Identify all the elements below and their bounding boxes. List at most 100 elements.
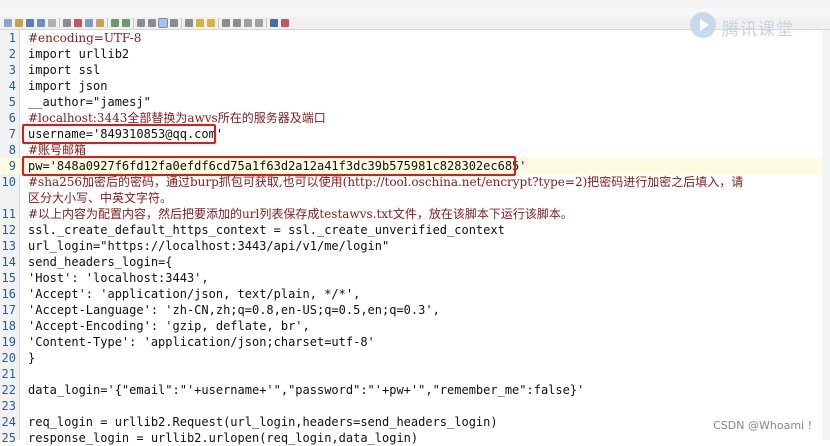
play-icon xyxy=(690,12,716,38)
code-line: 3 import ssl xyxy=(0,62,830,78)
code-text: __author="jamesj" xyxy=(28,95,151,109)
code-text: } xyxy=(28,351,36,365)
code-text: 'Accept': 'application/json, text/plain,… xyxy=(28,287,361,301)
code-text: ssl._create_default_https_context = ssl.… xyxy=(28,223,505,237)
code-line: 18 'Accept-Encoding': 'gzip, deflate, br'… xyxy=(0,318,830,334)
line-number: 1 xyxy=(8,31,16,45)
line-number: 2 xyxy=(8,47,16,61)
logo-text: 腾讯课堂 xyxy=(722,20,794,40)
line-number: 20 xyxy=(1,351,16,365)
code-text: import ssl xyxy=(28,63,101,77)
toolbar-divider xyxy=(107,18,108,28)
code-text: #sha256加密后的密码，通过burp抓包可获取,也可以使用(http://t… xyxy=(28,175,744,189)
undo-icon[interactable] xyxy=(111,19,119,27)
tencent-classroom-logo: 腾讯课堂 xyxy=(690,10,825,44)
code-text: 'Accept-Encoding': 'gzip, deflate, br', xyxy=(28,319,310,333)
wrap-icon[interactable] xyxy=(244,19,252,27)
toolbar-divider xyxy=(218,18,219,28)
line-number: 14 xyxy=(1,255,16,269)
code-line: 15 'Host': 'localhost:3443', xyxy=(0,270,830,286)
code-line: 20} xyxy=(0,350,830,366)
new-file-icon[interactable] xyxy=(4,19,12,27)
find-icon[interactable] xyxy=(137,19,145,27)
line-number: 13 xyxy=(1,239,16,253)
code-line: 17 'Accept-Language': 'zh-CN,zh;q=0.8,en-… xyxy=(0,302,830,318)
close-file-icon[interactable] xyxy=(48,19,56,27)
pin-icon[interactable] xyxy=(270,19,278,27)
code-line: 12 ssl._create_default_https_context = ss… xyxy=(0,222,830,238)
copy-icon[interactable] xyxy=(85,19,93,27)
code-text: 'Content-Type': 'application/json;charse… xyxy=(28,335,375,349)
code-text: #以上内容为配置内容，然后把要添加的url列表保存成testawvs.txt文件… xyxy=(28,207,573,221)
line-number: 15 xyxy=(1,271,16,285)
code-text: req_login = urllib2.Request(url_login,he… xyxy=(28,415,498,429)
code-line: 11 #以上内容为配置内容，然后把要添加的url列表保存成testawvs.txt… xyxy=(0,206,830,222)
code-text: send_headers_login={ xyxy=(28,255,173,269)
line-number: 9 xyxy=(8,159,16,173)
code-text: 'Host': 'localhost:3443', xyxy=(28,271,209,285)
line-number: 23 xyxy=(1,399,16,413)
username-highlight-box xyxy=(22,124,216,144)
save-all-icon[interactable] xyxy=(37,19,45,27)
line-number: 24 xyxy=(1,415,16,429)
code-line: 25 response_login = urllib2.urlopen(req_l… xyxy=(0,430,830,446)
line-number: 25 xyxy=(1,431,16,445)
bookmark-icon[interactable] xyxy=(158,18,168,28)
toolbar-divider xyxy=(181,18,182,28)
code-text: import json xyxy=(28,79,108,93)
code-line: 14 send_headers_login={ xyxy=(0,254,830,270)
line-number: 22 xyxy=(1,383,16,397)
code-text: url_login="https://localhost:3443/api/v1… xyxy=(28,239,390,253)
code-line: 4 import json xyxy=(0,78,830,94)
code-line: 16 'Accept': 'application/json, text/plai… xyxy=(0,286,830,302)
line-number: 10 xyxy=(1,175,16,189)
open-file-icon[interactable] xyxy=(15,19,23,27)
code-text: #encoding=UTF-8 xyxy=(28,31,142,45)
line-number: 5 xyxy=(8,95,16,109)
zoom-icon[interactable] xyxy=(170,19,178,27)
line-number: 18 xyxy=(1,319,16,333)
line-number: 17 xyxy=(1,303,16,317)
paste-icon[interactable] xyxy=(96,19,104,27)
print-icon[interactable] xyxy=(63,19,71,27)
zoom-in-icon[interactable] xyxy=(222,19,230,27)
cut-icon[interactable] xyxy=(74,19,82,27)
code-line: 21 xyxy=(0,366,830,382)
code-text: import urllib2 xyxy=(28,47,130,61)
toolbar-divider xyxy=(133,18,134,28)
save-icon[interactable] xyxy=(26,19,34,27)
window-titlebar xyxy=(0,0,830,8)
watermark-text: CSDN @Whoami ! xyxy=(713,419,812,432)
replace-icon[interactable] xyxy=(148,19,156,27)
search-icon[interactable] xyxy=(185,19,193,27)
code-text: data_login='{"email":"'+username+'","pas… xyxy=(28,383,585,397)
code-line: 22 data_login='{"email":"'+username+'","p… xyxy=(0,382,830,398)
code-line-wrapped: 区分大小写、中英文字符。 xyxy=(0,190,830,206)
line-number: 21 xyxy=(1,367,16,381)
indent-icon[interactable] xyxy=(255,19,263,27)
line-number: 16 xyxy=(1,287,16,301)
code-line: 24 req_login = urllib2.Request(url_login,… xyxy=(0,414,830,430)
line-number: 4 xyxy=(8,79,16,93)
toolbar-divider xyxy=(59,18,60,28)
redo-icon[interactable] xyxy=(122,19,130,27)
line-number: 19 xyxy=(1,335,16,349)
zoom-out-icon[interactable] xyxy=(233,19,241,27)
line-number: 7 xyxy=(8,127,16,141)
star-outline-icon[interactable] xyxy=(207,19,215,27)
toolbar-divider xyxy=(266,18,267,28)
line-number: 6 xyxy=(8,111,16,125)
code-text: response_login = urllib2.urlopen(req_log… xyxy=(28,431,419,445)
code-line: 19 'Content-Type': 'application/json;char… xyxy=(0,334,830,350)
code-text: 区分大小写、中英文字符。 xyxy=(28,191,173,205)
line-number: 8 xyxy=(8,143,16,157)
close-icon[interactable] xyxy=(281,19,289,27)
vertical-scrollbar[interactable] xyxy=(822,30,830,440)
code-line: 13 url_login="https://localhost:3443/api/… xyxy=(0,238,830,254)
code-editor[interactable]: 1 #encoding=UTF-8 2 import urllib2 3 import… xyxy=(0,30,830,445)
line-number: 12 xyxy=(1,223,16,237)
code-line: 10 #sha256加密后的密码，通过burp抓包可获取,也可以使用(http:/… xyxy=(0,174,830,190)
password-highlight-box xyxy=(22,156,516,176)
star-icon[interactable] xyxy=(196,19,204,27)
line-number: 3 xyxy=(8,63,16,77)
